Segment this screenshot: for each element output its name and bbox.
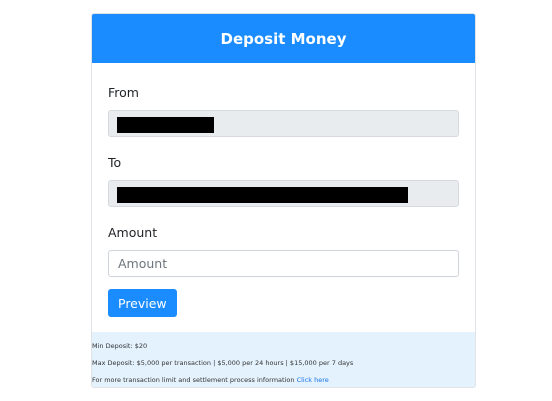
to-label: To	[108, 155, 122, 170]
preview-button[interactable]: Preview	[108, 289, 177, 317]
from-label: From	[108, 85, 139, 100]
info-text: For more transaction limit and settlemen…	[92, 376, 295, 384]
min-deposit-text: Min Deposit: $20	[92, 342, 148, 350]
amount-input[interactable]	[108, 250, 459, 277]
to-field	[108, 180, 459, 207]
deposit-card: Deposit Money From To Amount Preview Min…	[91, 13, 476, 388]
info-line: For more transaction limit and settlemen…	[92, 372, 475, 387]
max-deposit-text: Max Deposit: $5,000 per transaction | $5…	[92, 359, 354, 367]
limits-footer: Min Deposit: $20 Max Deposit: $5,000 per…	[92, 332, 475, 387]
page-title: Deposit Money	[220, 29, 347, 48]
redacted-block	[117, 117, 214, 133]
redacted-block	[117, 187, 408, 203]
click-here-link[interactable]: Click here	[297, 376, 329, 384]
card-header: Deposit Money	[92, 14, 475, 63]
amount-label: Amount	[108, 225, 158, 240]
deposit-form: From To Amount Preview	[92, 63, 475, 317]
from-field	[108, 110, 459, 137]
